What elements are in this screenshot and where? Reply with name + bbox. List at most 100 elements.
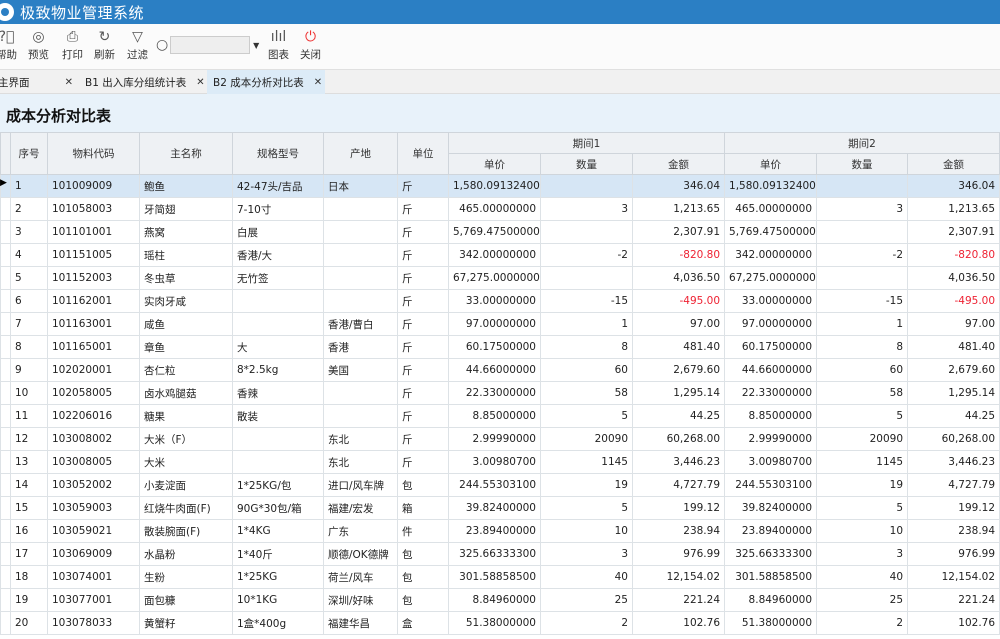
cell-name[interactable]: 卤水鸡腿菇 [139,381,233,405]
cell-unit[interactable]: 斤 [397,312,449,336]
cell-p2-price[interactable]: 465.00000000 [724,197,818,221]
cell-seq[interactable]: 7 [10,312,48,336]
cell-p1-qty[interactable]: 3 [540,542,633,566]
cell-origin[interactable]: 福建华昌 [323,611,398,635]
cell-origin[interactable]: 广东 [323,519,398,543]
cell-p2-qty[interactable]: 40 [816,565,909,589]
cell-p1-price[interactable]: 2.99990000 [448,427,541,451]
cell-p1-amt[interactable]: 221.24 [631,588,726,612]
cell-p2-price[interactable]: 342.00000000 [724,243,818,267]
cell-name[interactable]: 大米 [139,450,233,474]
cell-p1-price[interactable]: 342.00000000 [448,243,541,267]
cell-origin[interactable] [323,266,398,290]
cell-name[interactable]: 燕窝 [139,220,233,244]
cell-p1-qty[interactable] [540,266,633,290]
refresh-button[interactable]: ↻ 刷新 [94,28,115,62]
cell-unit[interactable]: 箱 [397,496,449,520]
row-selector[interactable] [0,335,11,359]
cell-p2-amt[interactable]: 976.99 [907,542,1000,566]
cell-spec[interactable] [232,312,324,336]
cell-p1-price[interactable]: 5,769.47500000 [448,220,541,244]
cell-unit[interactable]: 斤 [397,335,449,359]
col-header-name[interactable]: 主名称 [139,132,233,175]
cell-seq[interactable]: 15 [10,496,48,520]
cell-p2-amt[interactable]: 3,446.23 [907,450,1000,474]
cell-p1-amt[interactable]: 97.00 [631,312,726,336]
table-row[interactable]: 6 101162001 实肉牙咸斤 33.00000000 -15 -495.00 33.0… [0,289,1000,313]
cell-p2-amt[interactable]: 2,679.60 [907,358,1000,382]
cell-spec[interactable]: 8*2.5kg [232,358,324,382]
preview-button[interactable]: ◎ 预览 [28,28,49,62]
cell-code[interactable]: 103077001 [47,588,140,612]
cell-p1-amt[interactable]: 4,036.50 [631,266,726,290]
cell-name[interactable]: 糖果 [139,404,233,428]
cell-unit[interactable]: 斤 [397,197,449,221]
cell-p2-qty[interactable]: 58 [816,381,909,405]
cell-p1-price[interactable]: 97.00000000 [448,312,541,336]
cell-p2-price[interactable]: 301.58858500 [724,565,818,589]
cell-p2-amt[interactable]: 4,036.50 [907,266,1000,290]
cell-p1-amt[interactable]: 199.12 [631,496,726,520]
cell-seq[interactable]: 12 [10,427,48,451]
cell-seq[interactable]: 1 [10,174,48,198]
close-button[interactable]: ⏻ 关闭 [300,28,321,62]
cell-p2-qty[interactable]: 2 [816,611,909,635]
row-selector[interactable] [0,565,11,589]
cell-spec[interactable]: 散装 [232,404,324,428]
col-header-p2-amount[interactable]: 金额 [907,153,1000,175]
cell-p1-price[interactable]: 60.17500000 [448,335,541,359]
cell-code[interactable]: 103008002 [47,427,140,451]
cell-unit[interactable]: 斤 [397,450,449,474]
cell-spec[interactable] [232,450,324,474]
cell-p2-qty[interactable]: 8 [816,335,909,359]
cell-spec[interactable]: 10*1KG [232,588,324,612]
cell-p2-amt[interactable]: 481.40 [907,335,1000,359]
row-selector[interactable] [0,289,11,313]
cell-origin[interactable]: 福建/宏发 [323,496,398,520]
cell-code[interactable]: 101162001 [47,289,140,313]
table-row[interactable]: 18 103074001 生粉 1*25KG 荷兰/风车包 301.58858500 40 1… [0,565,1000,589]
cell-p2-amt[interactable]: 1,295.14 [907,381,1000,405]
cell-unit[interactable]: 包 [397,473,449,497]
table-row[interactable]: 20 103078033 黄蟹籽 1盒*400g 福建华昌盒 51.38000000 2 10… [0,611,1000,635]
cell-spec[interactable]: 香辣 [232,381,324,405]
col-header-unit[interactable]: 单位 [397,132,449,175]
cell-p2-price[interactable]: 51.38000000 [724,611,818,635]
cell-seq[interactable]: 5 [10,266,48,290]
cell-code[interactable]: 101152003 [47,266,140,290]
row-selector[interactable] [0,588,11,612]
cell-spec[interactable]: 42-47头/吉品 [232,174,324,198]
cell-code[interactable]: 103052002 [47,473,140,497]
cell-p1-amt[interactable]: 102.76 [631,611,726,635]
cell-p1-amt[interactable]: 976.99 [631,542,726,566]
table-row[interactable]: 16 103059021 散装腕面(F) 1*4KG 广东件 23.89400000 10 2… [0,519,1000,543]
cell-p2-price[interactable]: 97.00000000 [724,312,818,336]
row-selector[interactable] [0,611,11,635]
cell-p2-qty[interactable]: 25 [816,588,909,612]
cell-spec[interactable]: 无竹签 [232,266,324,290]
cell-spec[interactable]: 1*25KG/包 [232,473,324,497]
close-icon[interactable]: ✕ [55,77,73,88]
cell-origin[interactable] [323,381,398,405]
cell-seq[interactable]: 8 [10,335,48,359]
cell-p1-amt[interactable]: 1,295.14 [631,381,726,405]
cell-p2-amt[interactable]: 97.00 [907,312,1000,336]
cell-p2-qty[interactable] [816,174,909,198]
cell-p1-qty[interactable]: 19 [540,473,633,497]
cell-p2-amt[interactable]: 12,154.02 [907,565,1000,589]
close-icon[interactable]: ✕ [186,77,204,88]
cell-p2-qty[interactable]: 1145 [816,450,909,474]
row-selector[interactable] [0,358,11,382]
row-selector[interactable] [0,473,11,497]
cell-seq[interactable]: 3 [10,220,48,244]
cell-unit[interactable]: 包 [397,542,449,566]
cell-seq[interactable]: 6 [10,289,48,313]
cell-spec[interactable] [232,289,324,313]
cell-p1-qty[interactable] [540,174,633,198]
cell-spec[interactable]: 1*40斤 [232,542,324,566]
cell-p2-amt[interactable]: -820.80 [907,243,1000,267]
cell-seq[interactable]: 11 [10,404,48,428]
cell-p1-amt[interactable]: 44.25 [631,404,726,428]
cell-code[interactable]: 101163001 [47,312,140,336]
cell-p2-price[interactable]: 325.66333300 [724,542,818,566]
